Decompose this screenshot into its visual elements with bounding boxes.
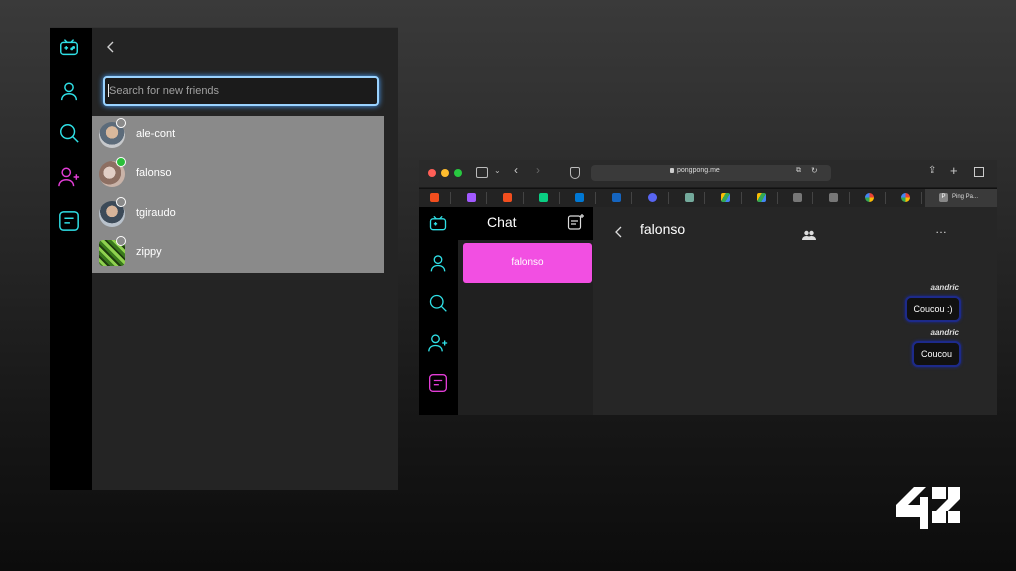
game-controller-icon[interactable]	[428, 213, 448, 233]
profile-icon[interactable]	[58, 80, 80, 102]
friend-name: zippy	[136, 246, 162, 258]
status-dot	[116, 236, 126, 246]
new-chat-icon[interactable]	[567, 213, 585, 231]
lock-icon	[670, 168, 674, 173]
discord-tab-icon[interactable]	[648, 193, 657, 202]
add-friend-icon[interactable]	[58, 166, 80, 188]
search-icon[interactable]	[428, 293, 448, 313]
friend-row-tgiraudo[interactable]: tgiraudo	[92, 195, 384, 234]
profile-icon[interactable]	[428, 253, 448, 273]
active-tab-label: Ping Pa...	[952, 194, 979, 200]
new-tab-icon[interactable]: +	[950, 163, 958, 178]
drive-tab-icon[interactable]	[721, 193, 730, 202]
figma-tab-icon[interactable]	[503, 193, 512, 202]
forward-icon[interactable]: ›	[536, 164, 540, 176]
status-dot	[116, 157, 126, 167]
chat-item-falonso[interactable]: falonso	[463, 243, 592, 283]
chatgpt-tab-icon[interactable]	[685, 193, 694, 202]
members-icon[interactable]	[802, 227, 816, 240]
message-bubble: Coucou	[912, 341, 961, 367]
friend-results-list: ale-cont falonso tgiraudo zippy	[92, 116, 384, 273]
app-sidebar	[419, 207, 458, 415]
url-text: pongpong.me	[677, 167, 720, 174]
tab-bar: P Ping Pa...	[419, 188, 997, 207]
browser-window: ⌄ ‹ › pongpong.me ⧉ ↻ ⇪ + P Ping Pa... C…	[419, 160, 997, 415]
app-tab-icon[interactable]	[612, 193, 621, 202]
back-icon[interactable]: ‹	[514, 164, 518, 176]
outlook-tab-icon[interactable]	[575, 193, 584, 202]
friend-name: falonso	[136, 167, 172, 179]
figma-tab-icon[interactable]	[467, 193, 476, 202]
message-author: aandric	[930, 283, 959, 292]
chat-icon[interactable]	[428, 373, 448, 393]
friend-name: tgiraudo	[136, 207, 176, 219]
chat-list-title: Chat	[487, 214, 517, 230]
shield-icon[interactable]	[570, 167, 580, 179]
message-author: aandric	[930, 328, 959, 337]
conversation-title: falonso	[640, 221, 686, 237]
back-chevron-icon[interactable]	[104, 40, 118, 54]
friend-row-zippy[interactable]: zippy	[92, 234, 384, 273]
search-friends-input[interactable]	[103, 76, 379, 106]
status-dot	[116, 197, 126, 207]
message-bubble: Coucou :)	[905, 296, 961, 322]
friend-name: ale-cont	[136, 128, 176, 140]
ping-pong-tab-icon: P	[939, 193, 948, 202]
figma-tab-icon[interactable]	[430, 193, 439, 202]
translate-icon[interactable]: ⧉	[796, 167, 801, 175]
generic-tab-icon[interactable]	[829, 193, 838, 202]
google-tab-icon[interactable]	[865, 193, 874, 202]
browser-toolbar: ⌄ ‹ › pongpong.me ⧉ ↻ ⇪ +	[419, 160, 997, 187]
game-controller-icon[interactable]	[58, 36, 80, 58]
school-42-logo	[896, 487, 960, 529]
zoom-window-button[interactable]	[454, 169, 462, 177]
friends-search-panel: ale-cont falonso tgiraudo zippy	[50, 27, 398, 490]
status-dot	[116, 118, 126, 128]
generic-tab-icon[interactable]	[793, 193, 802, 202]
left-sidebar	[50, 28, 92, 490]
chevron-down-icon[interactable]: ⌄	[494, 166, 501, 175]
close-window-button[interactable]	[428, 169, 436, 177]
share-icon[interactable]: ⇪	[928, 165, 936, 176]
minimize-window-button[interactable]	[441, 169, 449, 177]
chat-icon[interactable]	[58, 210, 80, 232]
google-tab-icon[interactable]	[901, 193, 910, 202]
add-friend-icon[interactable]	[428, 333, 448, 353]
drive-tab-icon[interactable]	[757, 193, 766, 202]
friend-row-ale-cont[interactable]: ale-cont	[92, 116, 384, 155]
tab-overview-icon[interactable]	[974, 167, 984, 177]
text-caret	[108, 84, 109, 97]
more-options-icon[interactable]: …	[935, 223, 949, 236]
friend-row-falonso[interactable]: falonso	[92, 155, 384, 194]
search-icon[interactable]	[58, 122, 80, 144]
back-chevron-icon[interactable]	[614, 225, 624, 238]
figma-tab-icon[interactable]	[539, 193, 548, 202]
sidebar-toggle-icon[interactable]	[476, 167, 488, 178]
reload-icon[interactable]: ↻	[811, 166, 818, 175]
